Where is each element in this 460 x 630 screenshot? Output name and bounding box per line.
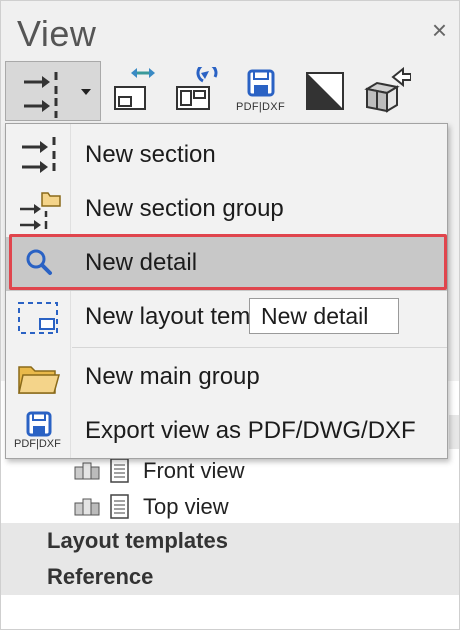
tooltip: New detail (249, 298, 399, 334)
menu-separator (72, 347, 447, 348)
half-shaded-square-icon[interactable] (303, 67, 351, 115)
menu-item-new-section-group[interactable]: New section group (6, 183, 447, 237)
document-icon (110, 494, 129, 519)
close-icon[interactable]: × (432, 17, 447, 43)
toolbar: PDF|DXF (1, 59, 459, 127)
tree-item-label: Front view (143, 458, 245, 483)
tooltip-text: New detail (261, 303, 369, 329)
tree-header-label: Reference (47, 564, 154, 589)
swap-layout-icon[interactable] (109, 67, 157, 115)
view-panel: View × PDF|DXF Front view Top view Layou… (0, 0, 460, 630)
new-section-icon (22, 137, 56, 173)
tree-header-label: Layout templates (47, 528, 228, 553)
save-pdf-dxf-button[interactable]: PDF|DXF (236, 67, 285, 115)
document-icon (110, 458, 129, 483)
menu-item-label: Export view as PDF/DWG/DXF (85, 417, 416, 444)
menu-item-label: New section (85, 141, 216, 168)
view-cube-icon (74, 498, 100, 516)
pdf-dxf-caption: PDF|DXF (14, 438, 61, 450)
highlight-box (9, 234, 447, 290)
chevron-down-icon (81, 89, 91, 95)
tree-scroll-edge (449, 415, 459, 449)
menu-item-new-main-group[interactable]: New main group (6, 351, 447, 405)
new-section-group-icon (20, 192, 61, 230)
refresh-layout-icon[interactable] (173, 67, 221, 115)
menu-item-label: New main group (85, 363, 260, 390)
menu-item-label: New section group (85, 195, 284, 222)
new-view-menu: New section New section group New detail… (5, 123, 448, 459)
menu-item-label: New layout tem (85, 303, 251, 330)
tree-header-reference[interactable]: Reference (1, 559, 459, 595)
panel-title: View (17, 13, 97, 54)
new-section-dropdown-button[interactable] (5, 61, 101, 121)
layout-template-icon (18, 302, 58, 334)
view-cube-icon (74, 462, 100, 480)
tree-header-layout-templates[interactable]: Layout templates (1, 523, 459, 559)
new-section-icon (24, 72, 58, 118)
menu-item-new-section[interactable]: New section (6, 129, 447, 183)
import-model-icon[interactable] (363, 67, 411, 115)
pdf-dxf-caption: PDF|DXF (236, 101, 285, 113)
folder-icon (18, 366, 60, 394)
menu-item-export-view[interactable]: PDF|DXF Export view as PDF/DWG/DXF (6, 405, 447, 459)
tree-item-top-view[interactable]: Top view (1, 489, 459, 525)
tree-item-label: Top view (143, 494, 229, 519)
